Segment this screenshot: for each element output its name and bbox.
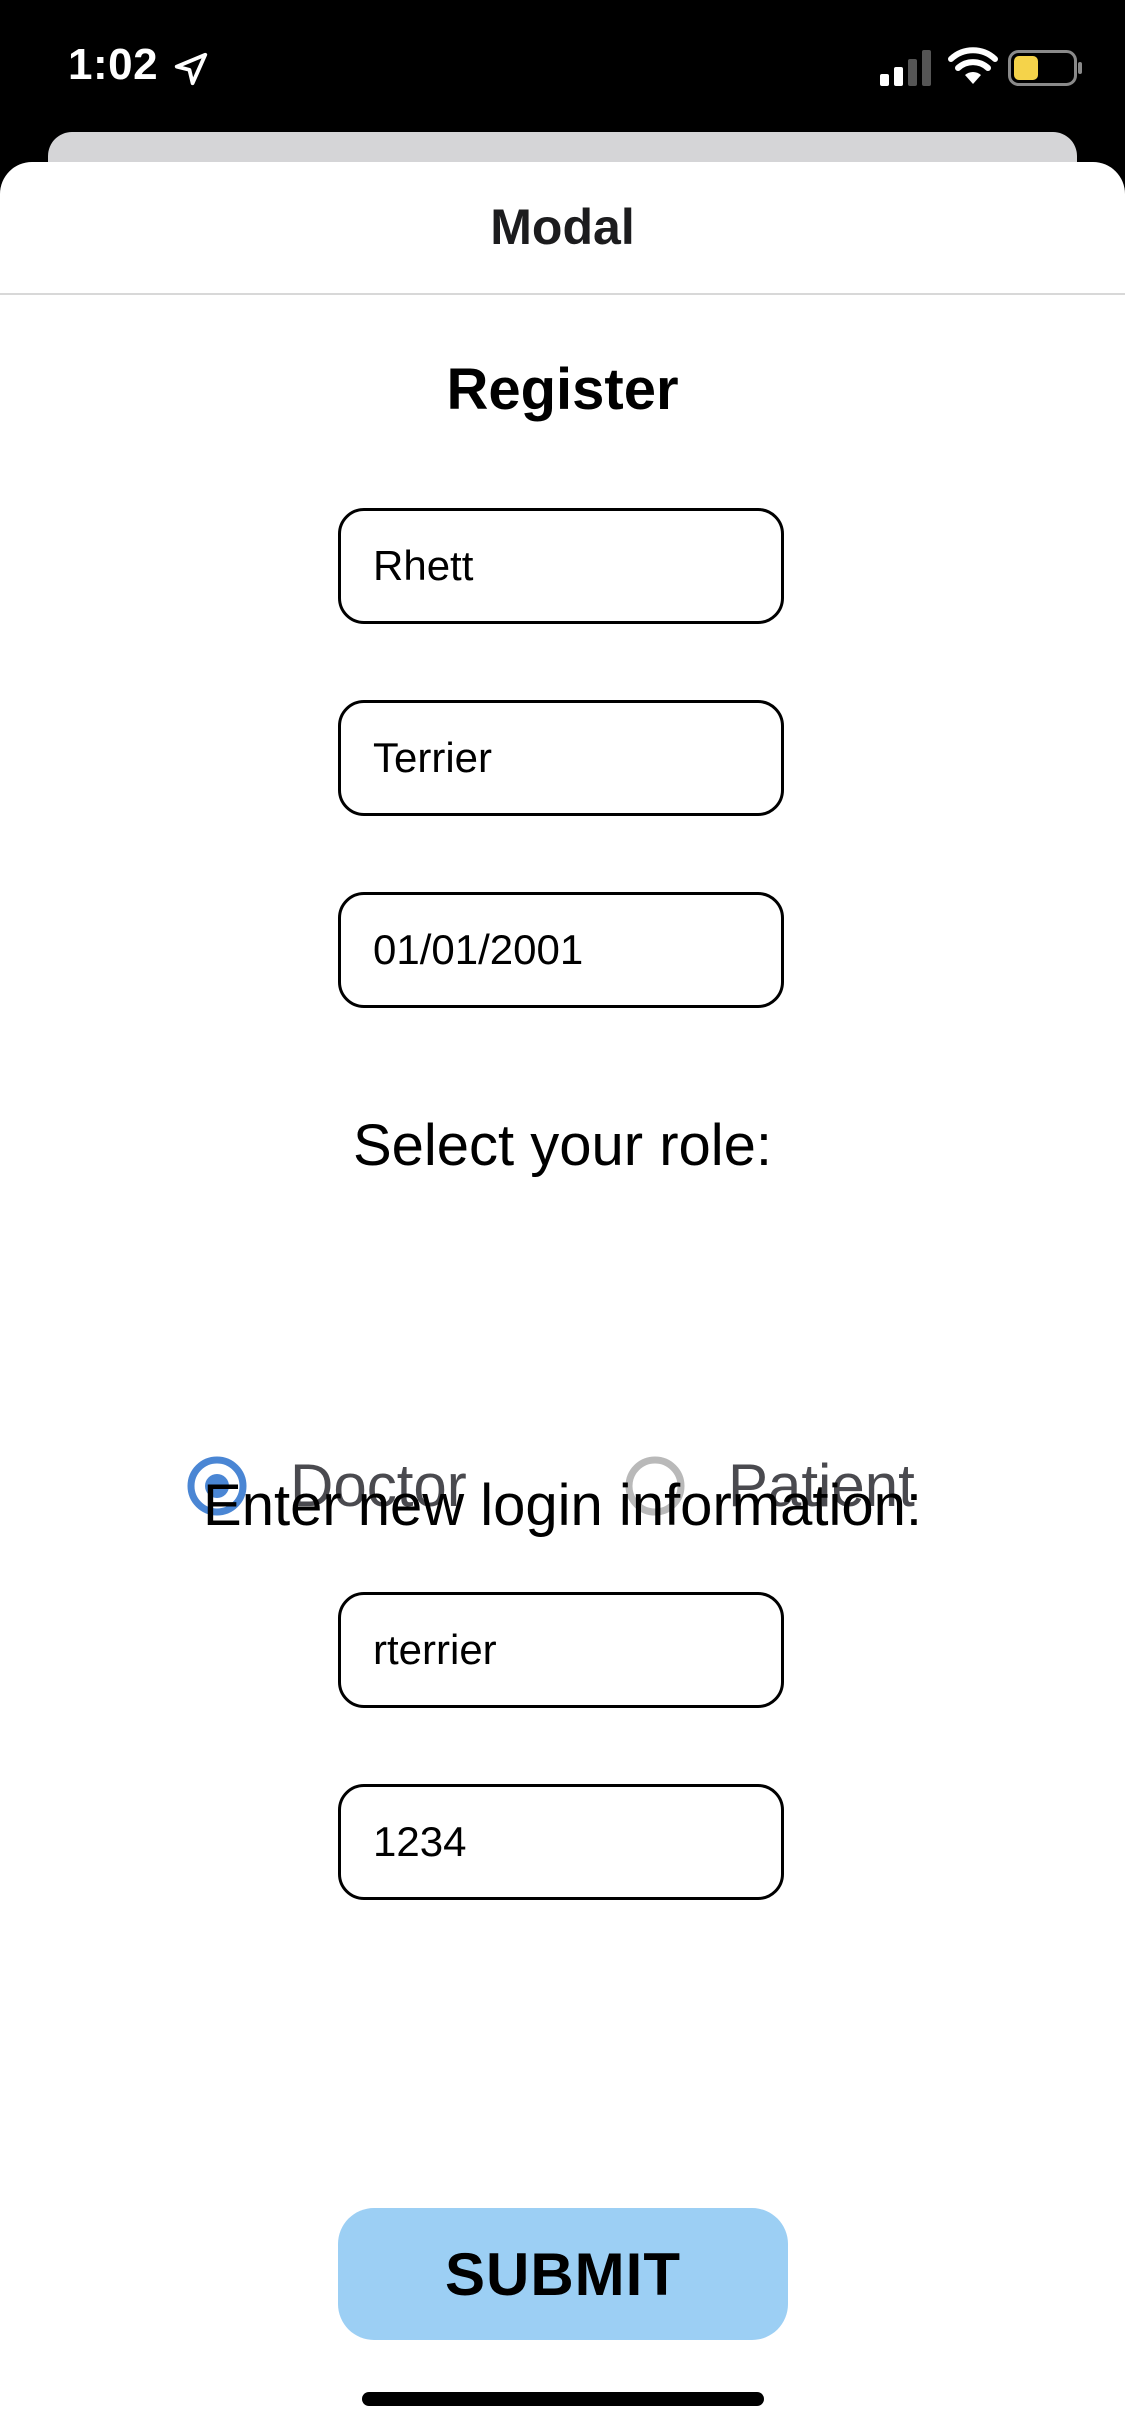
- wifi-icon: [948, 47, 998, 84]
- cellular-signal-icon: [880, 50, 931, 86]
- status-time: 1:02: [68, 40, 159, 89]
- password-input[interactable]: [338, 1784, 784, 1900]
- role-prompt: Select your role:: [352, 1113, 773, 1178]
- modal-sheet: Modal Register Select your role: Doctor …: [0, 162, 1125, 2436]
- modal-title: Modal: [490, 199, 635, 255]
- submit-button[interactable]: SUBMIT: [338, 2208, 788, 2340]
- register-heading: Register: [446, 357, 679, 422]
- home-indicator[interactable]: [362, 2392, 764, 2406]
- first-name-input[interactable]: [338, 508, 784, 624]
- username-input[interactable]: [338, 1592, 784, 1708]
- last-name-input[interactable]: [338, 700, 784, 816]
- modal-header: Modal: [0, 162, 1125, 295]
- login-prompt: Enter new login information:: [203, 1473, 922, 1538]
- battery-icon: [1008, 50, 1082, 86]
- date-of-birth-input[interactable]: [338, 892, 784, 1008]
- status-bar: 1:02: [0, 0, 1125, 135]
- location-arrow-icon: [174, 52, 208, 86]
